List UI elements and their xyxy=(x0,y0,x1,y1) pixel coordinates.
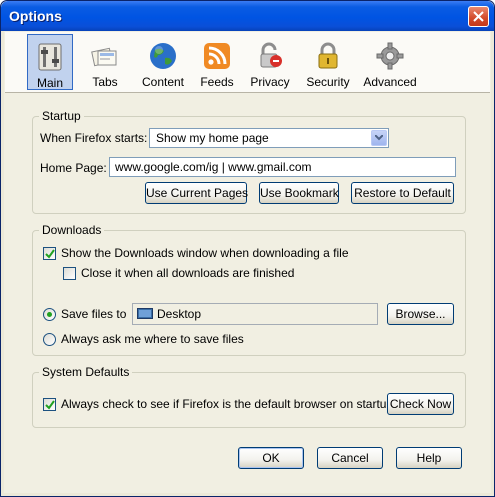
show-downloads-label[interactable]: Show the Downloads window when downloadi… xyxy=(61,246,349,260)
window-title: Options xyxy=(9,8,62,24)
save-location-value: Desktop xyxy=(157,307,202,321)
when-starts-select[interactable]: Show my home page xyxy=(149,128,389,148)
padlock-icon xyxy=(318,42,338,69)
desktop-icon xyxy=(137,308,153,319)
tab-security-label: Security xyxy=(306,75,350,89)
always-ask-radio[interactable] xyxy=(43,333,56,346)
cancel-button[interactable]: Cancel xyxy=(317,447,383,469)
tab-feeds[interactable]: Feeds xyxy=(194,34,240,90)
check-now-button[interactable]: Check Now xyxy=(387,393,454,415)
options-window: Options Main Tabs Content Feeds Privacy … xyxy=(0,0,495,497)
save-files-label[interactable]: Save files to xyxy=(61,307,126,321)
close-when-done-checkbox[interactable] xyxy=(63,267,76,280)
tab-feeds-label: Feeds xyxy=(200,75,234,89)
when-starts-label: When Firefox starts: xyxy=(40,131,148,145)
tab-security[interactable]: Security xyxy=(299,34,357,90)
dropdown-button[interactable] xyxy=(371,130,387,146)
when-starts-value: Show my home page xyxy=(156,131,269,145)
tabs-icon xyxy=(91,47,117,67)
globe-icon xyxy=(150,43,176,69)
tab-tabs-label: Tabs xyxy=(92,75,118,89)
home-page-input[interactable]: www.google.com/ig | www.gmail.com xyxy=(109,157,456,177)
system-defaults-group-label: System Defaults xyxy=(39,365,133,379)
tab-advanced-label: Advanced xyxy=(363,75,417,89)
tab-advanced[interactable]: Advanced xyxy=(359,34,421,90)
tab-privacy-label: Privacy xyxy=(250,75,290,89)
downloads-group-label: Downloads xyxy=(39,223,105,237)
rss-feed-icon xyxy=(204,43,230,69)
close-when-done-label[interactable]: Close it when all downloads are finished xyxy=(81,266,294,280)
home-page-value: www.google.com/ig | www.gmail.com xyxy=(115,160,312,174)
tab-content-label: Content xyxy=(141,75,185,89)
use-current-pages-button[interactable]: Use Current Pages xyxy=(145,182,248,204)
browse-button[interactable]: Browse... xyxy=(387,303,454,325)
close-button[interactable] xyxy=(468,6,489,27)
tab-privacy[interactable]: Privacy xyxy=(244,34,296,90)
tab-main-label: Main xyxy=(36,76,63,90)
home-page-label: Home Page: xyxy=(40,161,107,175)
gear-icon xyxy=(376,42,404,70)
close-icon xyxy=(473,11,484,22)
tab-content[interactable]: Content xyxy=(135,34,191,90)
restore-default-button[interactable]: Restore to Default xyxy=(351,182,454,204)
save-location-field: Desktop xyxy=(132,303,378,325)
ok-button[interactable]: OK xyxy=(238,447,304,469)
save-files-radio[interactable] xyxy=(43,308,56,321)
show-downloads-checkbox[interactable] xyxy=(43,247,56,260)
startup-group-label: Startup xyxy=(39,109,84,123)
default-browser-checkbox[interactable] xyxy=(43,398,56,411)
use-bookmark-button[interactable]: Use Bookmark xyxy=(259,182,339,204)
tab-main[interactable]: Main xyxy=(27,34,73,90)
checkmark-icon xyxy=(45,400,55,410)
always-ask-label[interactable]: Always ask me where to save files xyxy=(61,332,244,346)
privacy-lock-icon xyxy=(260,42,282,68)
checkmark-icon xyxy=(45,249,55,259)
title-bar[interactable]: Options xyxy=(1,1,494,31)
radio-selected-dot xyxy=(47,312,52,317)
tab-tabs[interactable]: Tabs xyxy=(81,34,129,90)
category-toolbar: Main Tabs Content Feeds Privacy Security… xyxy=(5,32,490,92)
help-button[interactable]: Help xyxy=(396,447,462,469)
toolbar-divider xyxy=(5,92,490,93)
main-switch-icon xyxy=(38,43,62,71)
default-browser-label[interactable]: Always check to see if Firefox is the de… xyxy=(61,397,393,411)
chevron-down-icon xyxy=(375,135,383,141)
